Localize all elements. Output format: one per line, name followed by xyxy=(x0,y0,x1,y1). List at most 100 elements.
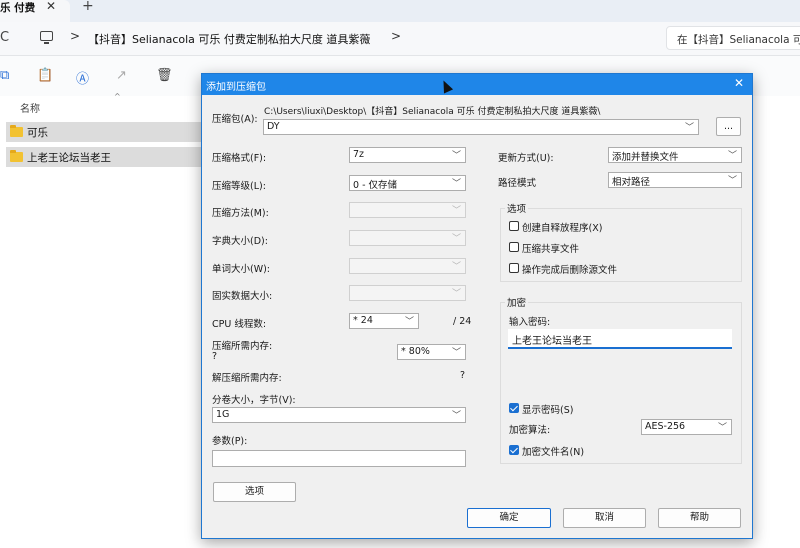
level-label: 压缩等级(L): xyxy=(212,181,266,192)
threads-label: CPU 线程数: xyxy=(212,319,267,330)
mem-comp-label: 压缩所需内存: xyxy=(212,341,273,352)
computer-icon[interactable] xyxy=(40,31,53,44)
volume-label: 分卷大小，字节(V): xyxy=(212,395,296,406)
list-item[interactable]: 上老王论坛当老王 xyxy=(6,147,202,167)
browse-button[interactable]: ... xyxy=(716,117,741,136)
ok-button[interactable]: 确定 xyxy=(467,508,551,528)
chevron-down-icon: ﹀ xyxy=(404,317,414,327)
update-select[interactable]: 添加并替换文件 ﹀ xyxy=(608,147,742,163)
dict-label: 字典大小(D): xyxy=(212,236,268,247)
breadcrumb[interactable]: 【抖音】Selianacola 可乐 付费定制私拍大尺度 道具紫薇 xyxy=(88,31,370,47)
column-header-name[interactable]: 名称 xyxy=(20,100,40,115)
file-name: 可乐 xyxy=(27,127,48,139)
refresh-icon[interactable]: C xyxy=(0,30,9,45)
rename-icon[interactable]: Ⓐ xyxy=(76,68,89,87)
chevron-down-icon: ﹀ xyxy=(717,423,727,433)
archive-name-combo[interactable]: DY ﹀ xyxy=(263,119,699,135)
chevron-right-icon[interactable]: > xyxy=(391,29,401,43)
chevron-down-icon[interactable]: ﹀ xyxy=(685,120,694,133)
path-mode-label: 路径模式 xyxy=(498,178,537,189)
address-bar: C > 【抖音】Selianacola 可乐 付费定制私拍大尺度 道具紫薇 > … xyxy=(0,22,800,56)
options-group-title: 选项 xyxy=(505,201,529,215)
chevron-down-icon: ﹀ xyxy=(451,179,461,189)
mem-select[interactable]: * 80% ﹀ xyxy=(397,344,466,360)
search-placeholder: 在【抖音】Selianacola 可 xyxy=(677,34,800,46)
method-select: ﹀ xyxy=(349,202,466,218)
chevron-down-icon: ﹀ xyxy=(451,206,461,216)
mem-decomp-label: 解压缩所需内存: xyxy=(212,373,282,384)
encrypt-names-checkbox[interactable] xyxy=(509,445,519,455)
show-password-checkbox[interactable] xyxy=(509,403,519,413)
folder-icon xyxy=(10,150,23,162)
volume-value: 1G xyxy=(216,409,230,420)
volume-combo[interactable]: 1G ﹀ xyxy=(212,407,466,423)
encryption-method-label: 加密算法: xyxy=(509,425,551,436)
tab-bar: 乐 付费 ✕ + xyxy=(0,0,800,22)
cancel-button[interactable]: 取消 xyxy=(563,508,646,528)
threads-total: / 24 xyxy=(453,316,472,327)
level-value: 0 - 仅存储 xyxy=(353,180,398,191)
list-item[interactable]: 可乐 xyxy=(6,122,202,142)
level-select[interactable]: 0 - 仅存储 ﹀ xyxy=(349,175,466,191)
tab-title: 乐 付费 xyxy=(0,2,36,14)
folder-icon xyxy=(10,125,23,137)
chevron-down-icon: ﹀ xyxy=(451,151,461,161)
chevron-down-icon: ﹀ xyxy=(727,151,737,161)
solid-label: 固实数据大小: xyxy=(212,291,273,302)
file-name: 上老王论坛当老王 xyxy=(27,152,111,164)
word-select: ﹀ xyxy=(349,258,466,274)
archive-name-value: DY xyxy=(267,121,280,132)
share-icon[interactable]: ↗ xyxy=(116,68,127,83)
update-value: 添加并替换文件 xyxy=(612,152,679,163)
help-button[interactable]: 帮助 xyxy=(658,508,741,528)
format-select[interactable]: 7z ﹀ xyxy=(349,147,466,163)
format-label: 压缩格式(F): xyxy=(212,153,267,164)
params-label: 参数(P): xyxy=(212,436,248,447)
close-icon[interactable]: ✕ xyxy=(734,76,744,90)
dialog-title: 添加到压缩包 xyxy=(206,82,266,93)
options-button[interactable]: 选项 xyxy=(213,482,296,502)
paste-icon[interactable]: 📋 xyxy=(37,68,53,83)
tab-close-icon[interactable]: ✕ xyxy=(46,0,56,13)
delete-source-label: 操作完成后删除源文件 xyxy=(522,265,618,276)
delete-source-checkbox[interactable] xyxy=(509,263,519,273)
sort-ascending-icon: ^ xyxy=(114,92,121,101)
dialog-title-bar[interactable]: 添加到压缩包 ✕ xyxy=(202,74,752,95)
encrypt-names-label: 加密文件名(N) xyxy=(522,447,585,458)
chevron-right-icon[interactable]: > xyxy=(70,29,80,43)
show-password-label: 显示密码(S) xyxy=(522,405,574,416)
mouse-cursor-icon xyxy=(438,78,454,94)
sfx-checkbox[interactable] xyxy=(509,221,519,231)
search-input[interactable]: 在【抖音】Selianacola 可 xyxy=(666,26,800,50)
sfx-label: 创建自释放程序(X) xyxy=(522,223,603,234)
solid-select: ﹀ xyxy=(349,285,466,301)
mem-comp-value: ? xyxy=(212,351,218,362)
path-mode-value: 相对路径 xyxy=(612,177,651,188)
shared-checkbox[interactable] xyxy=(509,242,519,252)
password-value: 上老王论坛当老王 xyxy=(512,336,592,347)
threads-select[interactable]: * 24 ﹀ xyxy=(349,313,419,329)
chevron-down-icon: ﹀ xyxy=(451,262,461,272)
params-input[interactable] xyxy=(212,450,466,467)
copy-icon[interactable]: ⧉ xyxy=(0,68,9,83)
dict-select: ﹀ xyxy=(349,230,466,246)
method-label: 压缩方法(M): xyxy=(212,208,269,219)
encryption-group-title: 加密 xyxy=(505,295,529,309)
threads-value: * 24 xyxy=(353,315,373,326)
chevron-down-icon: ﹀ xyxy=(451,411,461,421)
archive-label: 压缩包(A): xyxy=(212,114,258,125)
chevron-down-icon: ﹀ xyxy=(451,348,461,358)
tab-current[interactable]: 乐 付费 ✕ xyxy=(0,0,70,22)
archive-path: C:\Users\liuxi\Desktop\【抖音】Selianacola 可… xyxy=(264,107,601,117)
password-label: 输入密码: xyxy=(509,317,551,328)
format-value: 7z xyxy=(353,149,365,160)
word-label: 单词大小(W): xyxy=(212,264,271,275)
mem-decomp-value: ? xyxy=(460,370,466,381)
chevron-down-icon: ﹀ xyxy=(451,289,461,299)
chevron-down-icon: ﹀ xyxy=(727,176,737,186)
path-mode-select[interactable]: 相对路径 ﹀ xyxy=(608,172,742,188)
delete-icon[interactable]: 🗑 xyxy=(156,68,173,83)
new-tab-button[interactable]: + xyxy=(82,0,94,14)
password-input[interactable]: 上老王论坛当老王 xyxy=(508,329,732,349)
encryption-method-select[interactable]: AES-256 ﹀ xyxy=(641,419,732,435)
